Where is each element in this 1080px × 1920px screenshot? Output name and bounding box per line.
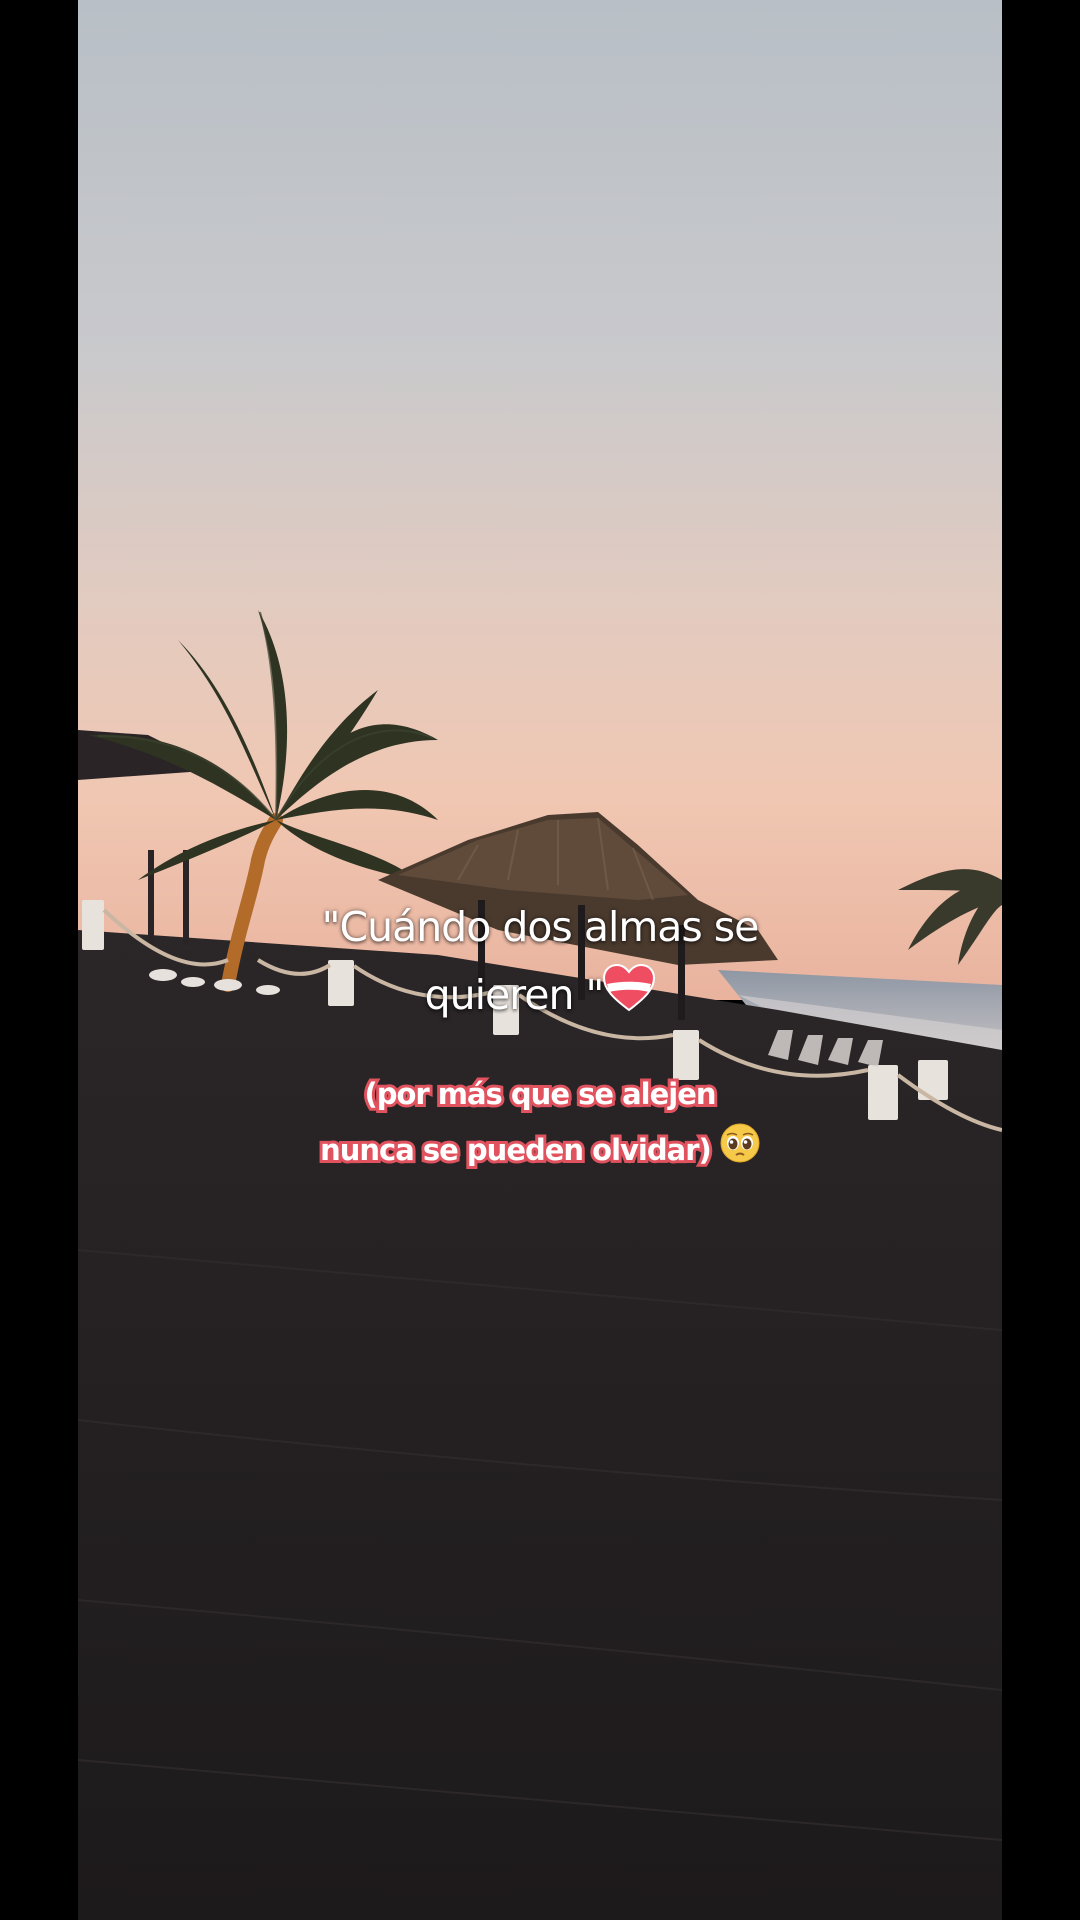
video-frame: "Cuándo dos almas se quieren " (por más … — [0, 0, 1080, 1920]
caption-subtitle-line2-text: nunca se pueden olvidar) — [317, 1130, 715, 1170]
caption-subtitle-line1-text: (por más que se alejen — [361, 1074, 719, 1114]
caption-subtitle-line2: nunca se pueden olvidar) — [78, 1122, 1002, 1181]
caption-title-line1: "Cuándo dos almas se — [321, 903, 760, 951]
heart-emoji-icon — [603, 963, 656, 1032]
caption-subtitle: (por más que se alejen nunca se pueden o… — [78, 1066, 1002, 1181]
caption-title-line2-text: quieren " — [424, 971, 605, 1019]
caption-title-line2: quieren " — [78, 961, 1002, 1032]
caption-subtitle-line1: (por más que se alejen — [78, 1066, 1002, 1122]
caption-title: "Cuándo dos almas se quieren " — [78, 893, 1002, 1032]
pleading-face-emoji-icon — [720, 1123, 760, 1181]
